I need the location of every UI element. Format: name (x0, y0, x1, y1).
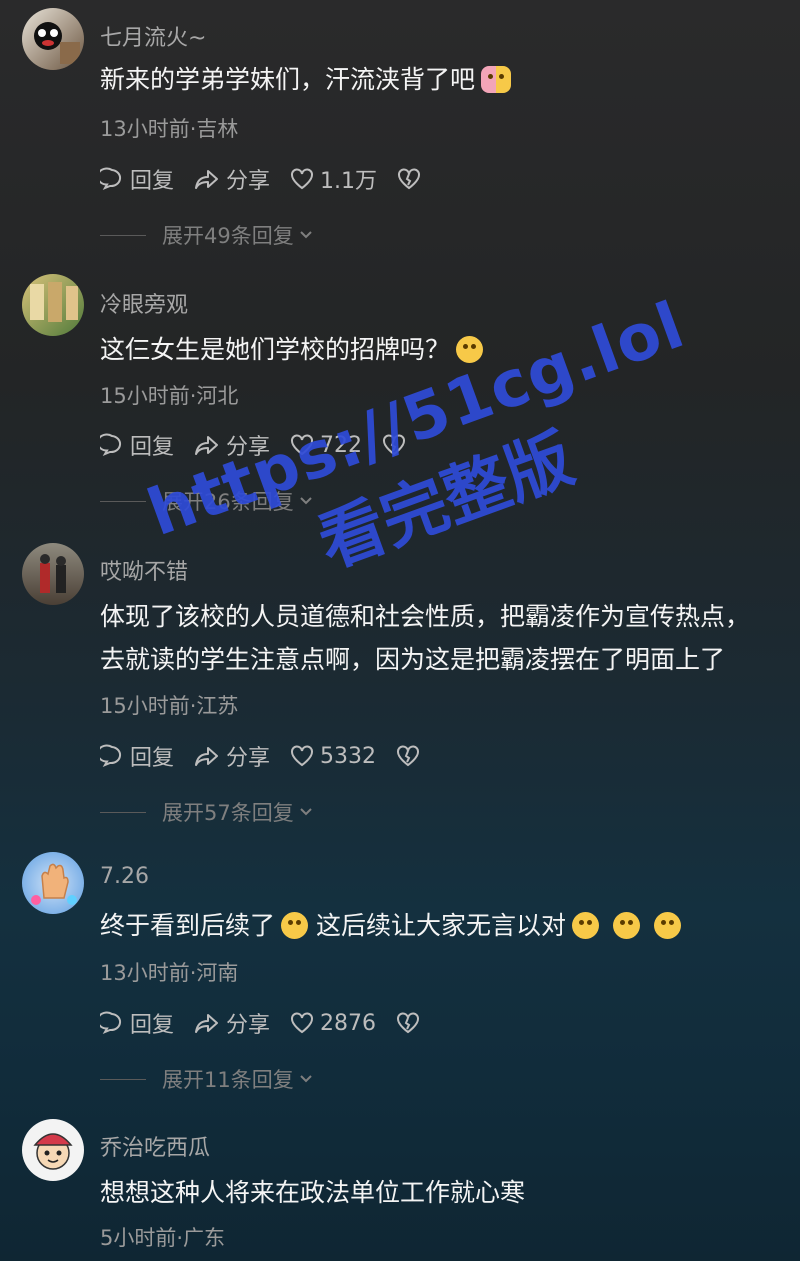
comment-meta: 13小时前·河南 (100, 961, 239, 985)
avatar[interactable] (22, 1119, 84, 1181)
divider (100, 500, 146, 502)
dislike-button[interactable] (396, 1012, 426, 1034)
share-arrow-icon (195, 1014, 219, 1033)
username[interactable]: 七月流火~ (100, 20, 206, 52)
heart-icon (291, 1012, 314, 1034)
dizzy-emoji-icon (653, 912, 681, 939)
username[interactable]: 7.26 (100, 864, 149, 889)
comment-text: 这仨女生是她们学校的招牌吗？ (100, 328, 770, 371)
chat-bubble-icon (100, 167, 121, 190)
reply-button[interactable]: 回复 (100, 1007, 174, 1039)
share-arrow-icon (195, 747, 219, 766)
couple-emoji-icon (481, 66, 512, 93)
expand-replies-label: 展开26条回复 (162, 490, 294, 514)
share-arrow-icon (195, 436, 219, 455)
like-button[interactable]: 1.1万 (290, 163, 377, 195)
sweat-emoji-icon (281, 912, 309, 939)
comment-text: 体现了该校的人员道德和社会性质，把霸凌作为宣传热点，去就读的学生注意点啊，因为这… (100, 602, 751, 674)
expand-replies[interactable]: 展开11条回复 (100, 1064, 314, 1094)
expand-replies[interactable]: 展开49条回复 (100, 220, 314, 250)
chevron-down-icon (300, 231, 312, 239)
chat-bubble-icon (100, 433, 121, 456)
comment-text: 新来的学弟学妹们，汗流浃背了吧 (100, 58, 770, 101)
comment-meta: 15小时前·江苏 (100, 694, 239, 718)
share-button[interactable]: 分享 (194, 1007, 270, 1039)
comment-actions: 回复 分享 722 (100, 430, 432, 460)
comment-meta: 15小时前·河北 (100, 384, 239, 408)
broken-heart-icon (397, 745, 420, 767)
comment-actions: 回复 分享 1.1万 (100, 164, 447, 194)
avatar[interactable] (22, 543, 84, 605)
dizzy-emoji-icon (612, 912, 640, 939)
avatar[interactable] (22, 8, 84, 70)
broken-heart-icon (398, 168, 421, 190)
expand-replies-label: 展开11条回复 (162, 1068, 294, 1092)
share-arrow-icon (195, 170, 219, 189)
divider (100, 234, 146, 236)
comment-meta: 5小时前·广东 (100, 1226, 226, 1250)
dislike-button[interactable] (396, 745, 426, 767)
avatar[interactable] (22, 274, 84, 336)
like-button[interactable]: 722 (290, 433, 362, 458)
username[interactable]: 哎呦不错 (100, 554, 188, 586)
like-button[interactable]: 5332 (290, 744, 376, 769)
comment-text: 终于看到后续了 这后续让大家无言以对 (100, 904, 770, 947)
chevron-down-icon (300, 808, 312, 816)
reply-button[interactable]: 回复 (100, 740, 174, 772)
reply-button[interactable]: 回复 (100, 429, 174, 461)
username[interactable]: 乔治吃西瓜 (100, 1130, 210, 1162)
heart-icon (291, 434, 314, 456)
comment-actions: 回复 分享 2876 (100, 1008, 446, 1038)
comment-text: 想想这种人将来在政法单位工作就心寒 (100, 1178, 526, 1207)
share-button[interactable]: 分享 (194, 740, 270, 772)
dizzy-emoji-icon (571, 912, 599, 939)
comment-actions: 回复 分享 5332 (100, 741, 446, 771)
dislike-button[interactable] (397, 168, 427, 190)
dislike-button[interactable] (382, 434, 412, 456)
heart-icon (291, 745, 314, 767)
share-button[interactable]: 分享 (194, 429, 270, 461)
expand-replies-label: 展开49条回复 (162, 224, 294, 248)
username[interactable]: 冷眼旁观 (100, 287, 188, 319)
like-button[interactable]: 2876 (290, 1011, 376, 1036)
expand-replies[interactable]: 展开26条回复 (100, 486, 314, 516)
divider (100, 1078, 146, 1080)
expand-replies[interactable]: 展开57条回复 (100, 797, 314, 827)
laughing-emoji-icon (456, 336, 484, 363)
broken-heart-icon (383, 434, 406, 456)
share-button[interactable]: 分享 (194, 163, 270, 195)
expand-replies-label: 展开57条回复 (162, 801, 294, 825)
broken-heart-icon (397, 1012, 420, 1034)
comment-meta: 13小时前·吉林 (100, 117, 239, 141)
chevron-down-icon (300, 497, 312, 505)
reply-button[interactable]: 回复 (100, 163, 174, 195)
chevron-down-icon (300, 1075, 312, 1083)
heart-icon (291, 168, 314, 190)
avatar[interactable] (22, 852, 84, 914)
chat-bubble-icon (100, 1011, 121, 1034)
chat-bubble-icon (100, 744, 121, 767)
divider (100, 811, 146, 813)
